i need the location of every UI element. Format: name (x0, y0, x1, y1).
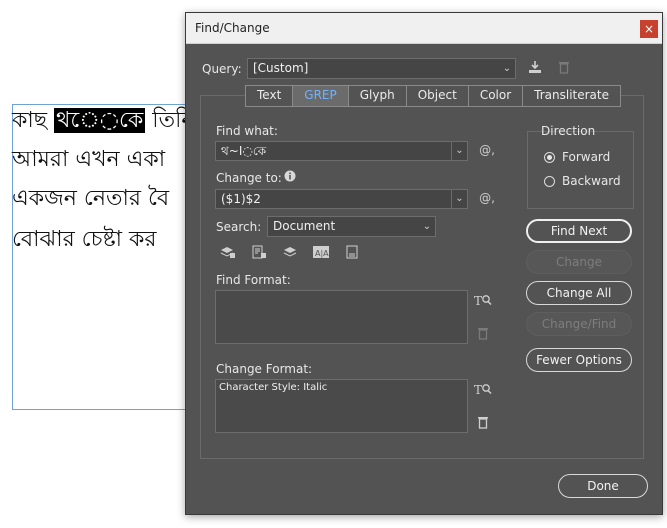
tab-glyph[interactable]: Glyph (349, 86, 407, 106)
backward-radio[interactable] (544, 176, 555, 187)
forward-label[interactable]: Forward (562, 150, 610, 164)
direction-label: Direction (541, 124, 596, 138)
tab-object[interactable]: Object (407, 86, 469, 106)
include-footnotes-icon[interactable] (343, 245, 361, 263)
include-master-pages-icon[interactable]: A|A (312, 245, 330, 263)
change-button[interactable]: Change (526, 250, 632, 274)
chevron-down-icon: ⌄ (422, 221, 432, 232)
info-icon (283, 170, 297, 185)
search-scope-dropdown[interactable]: Document ⌄ (267, 216, 436, 237)
done-button[interactable]: Done (558, 474, 648, 498)
doc-line-4: বোঝার চেষ্টা কর (12, 227, 157, 252)
close-button[interactable]: × (640, 20, 658, 38)
find-what-label: Find what: (216, 124, 278, 138)
change-all-button[interactable]: Change All (526, 281, 632, 305)
include-locked-layers-icon[interactable] (219, 245, 237, 263)
dialog-title: Find/Change (195, 21, 270, 35)
find-format-box[interactable] (215, 290, 468, 344)
doc-selected-text: থ◌ে◌কে (54, 108, 146, 133)
doc-line-1-before: কাছ (12, 108, 55, 133)
doc-line-1: কাছ থ◌ে◌কে তিনি (12, 106, 195, 136)
dialog-titlebar[interactable]: Find/Change × (186, 13, 662, 44)
chevron-down-icon[interactable]: ⌄ (451, 142, 467, 160)
find-what-field[interactable]: থ~I◌কে ⌄ (215, 141, 468, 161)
clear-change-format-icon[interactable] (475, 415, 491, 433)
change-to-value: ($1)$2 (221, 192, 261, 206)
change-format-label: Change Format: (216, 362, 313, 376)
change-to-label: Change to: (216, 171, 282, 185)
doc-line-2: আমরা এখন একা (12, 147, 166, 172)
change-format-value: Character Style: Italic (219, 382, 328, 393)
svg-text:T: T (474, 383, 482, 396)
backward-label[interactable]: Backward (562, 174, 621, 188)
query-dropdown[interactable]: [Custom] ⌄ (247, 58, 516, 79)
tab-color[interactable]: Color (469, 86, 524, 106)
svg-text:T: T (474, 294, 482, 307)
search-scope-value: Document (273, 219, 336, 233)
query-label: Query: (202, 62, 242, 76)
tab-bar: Text GREP Glyph Object Color Translitera… (245, 85, 621, 107)
tab-transliterate[interactable]: Transliterate (523, 86, 620, 106)
find-change-dialog: Find/Change × Query: [Custom] ⌄ Text GRE… (185, 12, 663, 515)
chevron-down-icon: ⌄ (502, 63, 512, 74)
tab-text[interactable]: Text (246, 86, 294, 106)
svg-text:A|A: A|A (315, 249, 329, 258)
special-characters-icon[interactable]: @, (476, 191, 498, 205)
save-query-icon[interactable] (526, 60, 544, 78)
change-to-field[interactable]: ($1)$2 ⌄ (215, 189, 468, 209)
specify-find-format-icon[interactable]: T (474, 293, 492, 311)
doc-line-3: একজন নেতার বৈ (12, 186, 170, 211)
query-value: [Custom] (253, 61, 309, 75)
special-characters-icon[interactable]: @, (476, 143, 498, 157)
include-hidden-layers-icon[interactable] (281, 245, 299, 263)
chevron-down-icon[interactable]: ⌄ (451, 190, 467, 208)
change-format-box[interactable]: Character Style: Italic (215, 379, 468, 433)
direction-group (527, 131, 634, 209)
include-locked-stories-icon[interactable] (250, 245, 268, 263)
change-find-button[interactable]: Change/Find (526, 312, 632, 336)
find-format-label: Find Format: (216, 273, 291, 287)
fewer-options-button[interactable]: Fewer Options (526, 348, 632, 372)
find-what-value: থ~I◌কে (221, 144, 267, 158)
forward-radio[interactable] (544, 152, 555, 163)
specify-change-format-icon[interactable]: T (474, 382, 492, 400)
tab-grep[interactable]: GREP (293, 86, 349, 106)
search-label: Search: (216, 220, 262, 234)
delete-query-icon[interactable] (556, 60, 572, 78)
clear-find-format-icon[interactable] (475, 326, 491, 344)
find-next-button[interactable]: Find Next (526, 219, 632, 243)
